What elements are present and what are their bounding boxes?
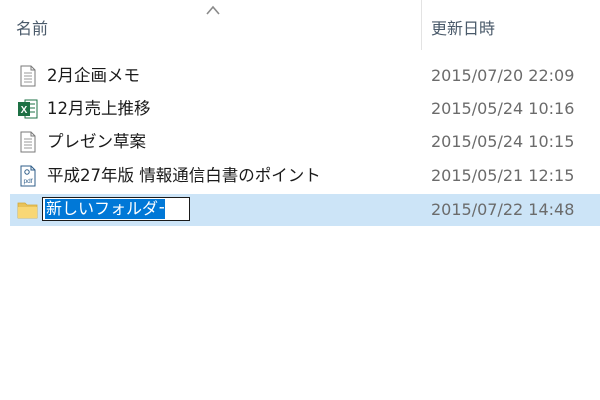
file-name: 平成27年版 情報通信白書のポイント bbox=[47, 166, 321, 185]
svg-text:pdf: pdf bbox=[23, 178, 32, 185]
file-date-modified: 2015/05/21 12:15 bbox=[431, 166, 575, 185]
rename-box[interactable] bbox=[42, 197, 190, 221]
column-header-bar: 名前 更新日時 bbox=[0, 0, 600, 52]
folder-rename-input[interactable] bbox=[45, 199, 165, 219]
text-document-icon bbox=[20, 131, 36, 153]
folder-icon bbox=[17, 202, 38, 219]
svg-text:X: X bbox=[21, 105, 28, 116]
file-date-modified: 2015/07/20 22:09 bbox=[431, 66, 575, 85]
excel-file-icon: X bbox=[18, 99, 38, 119]
file-date-modified: 2015/07/22 14:48 bbox=[431, 200, 575, 219]
file-row[interactable]: プレゼン草案 2015/05/24 10:15 bbox=[10, 126, 600, 158]
file-row[interactable]: 2月企画メモ 2015/07/20 22:09 bbox=[10, 60, 600, 92]
file-row[interactable]: pdf 平成27年版 情報通信白書のポイント 2015/05/21 12:15 bbox=[10, 160, 600, 192]
file-name: 12月売上推移 bbox=[47, 99, 151, 118]
pdf-file-icon: pdf bbox=[20, 165, 36, 187]
file-explorer-pane: 名前 更新日時 2月企画メモ 2015/07/20 22:09 X 12月売上推… bbox=[0, 0, 600, 400]
file-date-modified: 2015/05/24 10:15 bbox=[431, 132, 575, 151]
new-folder-row[interactable]: 2015/07/22 14:48 bbox=[10, 194, 600, 226]
file-name: 2月企画メモ bbox=[47, 66, 140, 85]
file-row[interactable]: X 12月売上推移 2015/05/24 10:16 bbox=[10, 93, 600, 125]
file-date-modified: 2015/05/24 10:16 bbox=[431, 99, 575, 118]
sort-ascending-icon bbox=[206, 5, 220, 15]
file-name: プレゼン草案 bbox=[47, 132, 146, 151]
column-header-date-modified[interactable]: 更新日時 bbox=[431, 18, 495, 40]
column-divider[interactable] bbox=[421, 0, 422, 50]
column-header-name[interactable]: 名前 bbox=[16, 18, 48, 40]
text-document-icon bbox=[20, 65, 36, 87]
